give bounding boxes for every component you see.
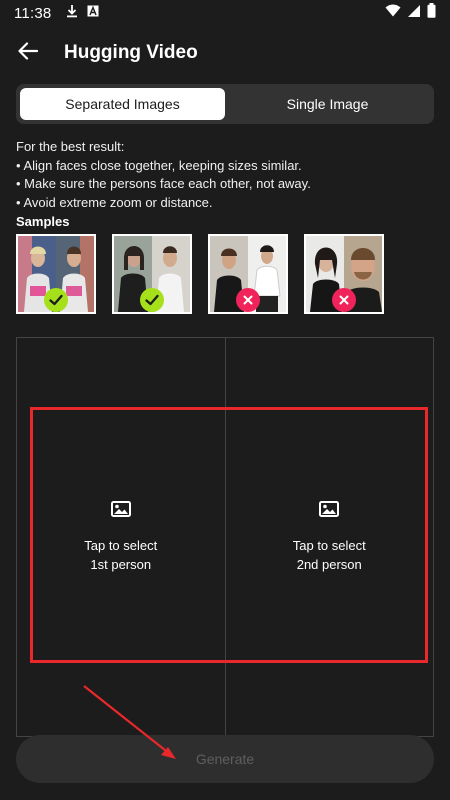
samples-title: Samples	[16, 214, 70, 229]
back-button[interactable]	[6, 31, 50, 75]
page-title: Hugging Video	[64, 42, 198, 63]
select-second-person-button[interactable]: Tap to select 2nd person	[224, 338, 434, 736]
upload-label: Tap to select 2nd person	[292, 537, 366, 572]
upload-label: Tap to select 1st person	[84, 537, 158, 572]
sample-thumbnail[interactable]	[304, 234, 384, 314]
battery-icon	[427, 3, 436, 23]
arrow-left-icon	[18, 41, 39, 65]
signal-icon	[407, 4, 421, 23]
tips-text: For the best result: • Align faces close…	[16, 138, 436, 212]
select-first-person-button[interactable]: Tap to select 1st person	[17, 338, 225, 736]
image-icon	[319, 500, 340, 522]
generate-button[interactable]: Generate	[16, 735, 434, 783]
samples-list	[16, 234, 384, 314]
sample-thumbnail[interactable]	[208, 234, 288, 314]
sample-thumbnail[interactable]	[112, 234, 192, 314]
image-icon	[110, 500, 131, 522]
check-icon	[44, 288, 68, 312]
close-icon	[236, 288, 260, 312]
sample-thumbnail[interactable]	[16, 234, 96, 314]
status-time: 11:38	[14, 4, 52, 22]
download-icon	[65, 4, 79, 23]
upload-area: Tap to select 1st person Tap to select 2…	[16, 337, 434, 737]
check-icon	[140, 288, 164, 312]
tab-single-image[interactable]: Single Image	[225, 88, 430, 120]
tips-intro: For the best result:	[16, 139, 125, 154]
app-bar: Hugging Video	[0, 30, 450, 76]
tab-separated-images[interactable]: Separated Images	[20, 88, 225, 120]
tip-item: • Avoid extreme zoom or distance.	[16, 194, 213, 210]
mode-segmented-control: Separated Images Single Image	[16, 84, 434, 124]
tip-item: • Align faces close together, keeping si…	[16, 157, 302, 173]
close-icon	[332, 288, 356, 312]
font-a-icon	[87, 4, 99, 22]
status-bar: 11:38	[0, 0, 450, 26]
wifi-icon	[385, 4, 401, 22]
tip-item: • Make sure the persons face each other,…	[16, 176, 311, 191]
